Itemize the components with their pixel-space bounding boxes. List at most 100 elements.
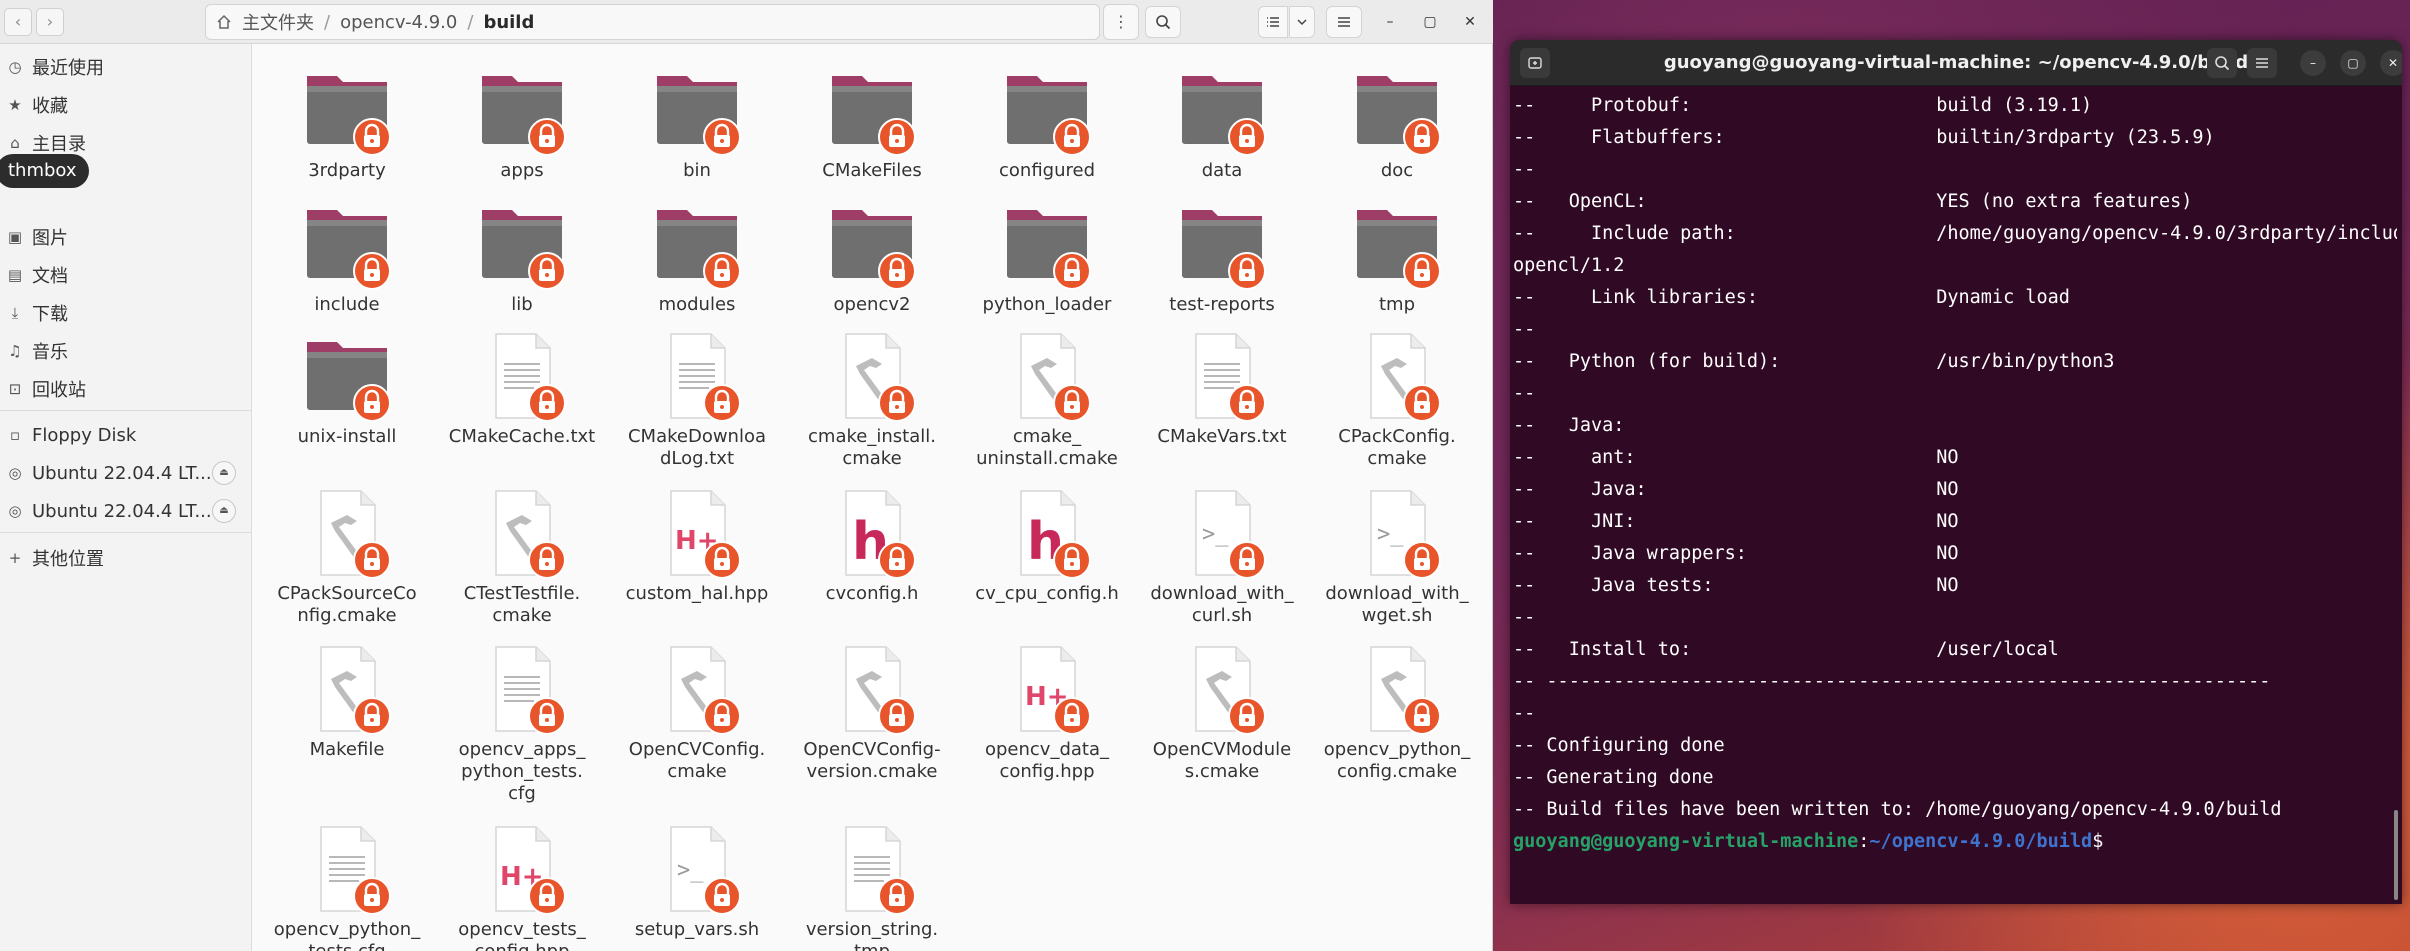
file-item[interactable]: >_ download_with_ curl.sh: [1142, 485, 1302, 627]
new-tab-button[interactable]: [1520, 48, 1550, 78]
file-name: download_with_ curl.sh: [1150, 583, 1294, 626]
path-menu-button[interactable]: ⋮: [1103, 4, 1139, 40]
folder-item[interactable]: modules: [617, 196, 777, 316]
file-item[interactable]: h cv_cpu_config.h: [967, 485, 1127, 605]
terminal-minimize-button[interactable]: –: [2300, 50, 2326, 76]
file-item[interactable]: H+ custom_hal.hpp: [617, 485, 777, 605]
folder-item[interactable]: python_loader: [967, 196, 1127, 316]
folder-item[interactable]: opencv2: [792, 196, 952, 316]
file-item[interactable]: CTestTestfile. cmake: [442, 485, 602, 627]
sidebar-item-8[interactable]: ▫ Floppy Disk: [0, 418, 252, 452]
cmake-file-icon: [299, 485, 395, 581]
terminal-output[interactable]: -- Protobuf: build (3.19.1) -- Flatbuffer…: [1513, 90, 2397, 900]
maximize-button[interactable]: ▢: [1418, 10, 1442, 34]
path-bar[interactable]: 主文件夹 / opencv-4.9.0 / build: [205, 4, 1100, 40]
cmake-file-icon: [824, 328, 920, 424]
back-button[interactable]: ‹: [4, 8, 32, 36]
file-item[interactable]: CPackSourceCo nfig.cmake: [267, 485, 427, 627]
sidebar-item-10[interactable]: ◎ Ubuntu 22.04.4 LT... ⏏: [0, 494, 252, 528]
eject-icon[interactable]: ⏏: [212, 461, 236, 485]
sidebar-item-6[interactable]: ♫ 音乐: [0, 334, 252, 368]
sidebar-item-7[interactable]: ⊡ 回收站: [0, 372, 252, 406]
file-item[interactable]: CMakeDownloa dLog.txt: [617, 328, 777, 470]
folder-item[interactable]: data: [1142, 62, 1302, 182]
file-manager-window: ‹ › 主文件夹 / opencv-4.9.0 / build ⋮ – ▢ ✕ …: [0, 0, 1493, 951]
file-item[interactable]: OpenCVModule s.cmake: [1142, 641, 1302, 783]
terminal-window: guoyang@guoyang-virtual-machine: ~/openc…: [1510, 40, 2402, 904]
path-segment-current[interactable]: build: [477, 12, 540, 33]
sh-file-icon: >_: [1174, 485, 1270, 581]
file-item[interactable]: CPackConfig. cmake: [1317, 328, 1477, 470]
terminal-scrollbar[interactable]: [2394, 810, 2398, 900]
file-item[interactable]: >_ setup_vars.sh: [617, 821, 777, 941]
lock-icon: [528, 697, 566, 735]
folder-item[interactable]: unix-install: [267, 328, 427, 448]
file-item[interactable]: opencv_python_ tests.cfg: [267, 821, 427, 951]
terminal-maximize-button[interactable]: ▢: [2340, 50, 2366, 76]
file-item[interactable]: opencv_python_ config.cmake: [1317, 641, 1477, 783]
file-item[interactable]: H+ opencv_data_ config.hpp: [967, 641, 1127, 783]
search-icon: [2215, 56, 2230, 71]
terminal-prompt[interactable]: guoyang@guoyang-virtual-machine:~/opencv…: [1513, 826, 2397, 858]
view-options-button[interactable]: [1289, 6, 1315, 38]
view-list-button[interactable]: [1258, 6, 1288, 38]
file-item[interactable]: CMakeVars.txt: [1142, 328, 1302, 448]
main-menu-button[interactable]: [1326, 6, 1362, 38]
terminal-line: --: [1513, 703, 1536, 724]
cmake-file-icon: [824, 641, 920, 737]
chevron-down-icon: [1297, 19, 1307, 26]
file-item[interactable]: h cvconfig.h: [792, 485, 952, 605]
file-item[interactable]: >_ download_with_ wget.sh: [1317, 485, 1477, 627]
file-item[interactable]: OpenCVConfig. cmake: [617, 641, 777, 783]
folder-item[interactable]: test-reports: [1142, 196, 1302, 316]
file-name: setup_vars.sh: [634, 919, 760, 940]
file-name: opencv_python_ config.cmake: [1323, 739, 1471, 782]
sidebar-separator: [0, 532, 252, 533]
folder-item[interactable]: bin: [617, 62, 777, 182]
file-name: CMakeFiles: [822, 160, 922, 181]
path-segment-opencv[interactable]: opencv-4.9.0: [334, 12, 463, 33]
folder-item[interactable]: include: [267, 196, 427, 316]
close-button[interactable]: ✕: [1458, 10, 1482, 34]
terminal-line: -- Link libraries: Dynamic load: [1513, 287, 2070, 308]
sidebar-item-0[interactable]: ◷ 最近使用: [0, 50, 252, 84]
sidebar-item-9[interactable]: ◎ Ubuntu 22.04.4 LT... ⏏: [0, 456, 252, 490]
folder-item[interactable]: configured: [967, 62, 1127, 182]
eject-icon[interactable]: ⏏: [212, 499, 236, 523]
minimize-button[interactable]: –: [1378, 10, 1402, 34]
sidebar-item-1[interactable]: ★ 收藏: [0, 88, 252, 122]
sidebar-item-label: Floppy Disk: [32, 424, 137, 446]
path-segment-home[interactable]: 主文件夹: [236, 9, 320, 35]
folder-item[interactable]: apps: [442, 62, 602, 182]
terminal-line: -- JNI: NO: [1513, 511, 1959, 532]
file-item[interactable]: opencv_apps_ python_tests. cfg: [442, 641, 602, 805]
folder-item[interactable]: lib: [442, 196, 602, 316]
folder-item[interactable]: CMakeFiles: [792, 62, 952, 182]
text-file-icon: [474, 328, 570, 424]
folder-item[interactable]: 3rdparty: [267, 62, 427, 182]
file-item[interactable]: cmake_ uninstall.cmake: [967, 328, 1127, 470]
prompt-symbol: $: [2092, 831, 2104, 852]
terminal-close-button[interactable]: ✕: [2380, 50, 2402, 76]
sidebar-item-3[interactable]: ▣ 图片: [0, 220, 252, 254]
file-item[interactable]: OpenCVConfig- version.cmake: [792, 641, 952, 783]
file-item[interactable]: version_string. tmp: [792, 821, 952, 951]
file-item[interactable]: cmake_install. cmake: [792, 328, 952, 470]
terminal-menu-button[interactable]: [2247, 48, 2277, 78]
sidebar-item-4[interactable]: ▤ 文档: [0, 258, 252, 292]
file-item[interactable]: Makefile: [267, 641, 427, 761]
file-name: apps: [500, 160, 544, 181]
sidebar-item-5[interactable]: ⤓ 下载: [0, 296, 252, 330]
folder-item[interactable]: tmp: [1317, 196, 1477, 316]
file-item[interactable]: CMakeCache.txt: [442, 328, 602, 448]
file-item[interactable]: H+opencv_tests_ config.hpp: [442, 821, 602, 951]
folder-item[interactable]: doc: [1317, 62, 1477, 182]
sidebar-item-label: 图片: [32, 228, 68, 249]
search-button[interactable]: [1145, 6, 1181, 38]
sidebar-item-11[interactable]: + 其他位置: [0, 541, 252, 575]
forward-button[interactable]: ›: [36, 8, 64, 36]
terminal-search-button[interactable]: [2207, 48, 2237, 78]
sidebar-item-label: 主目录: [32, 134, 86, 155]
terminal-line: --: [1513, 319, 1536, 340]
folder-icon: [1174, 196, 1270, 292]
